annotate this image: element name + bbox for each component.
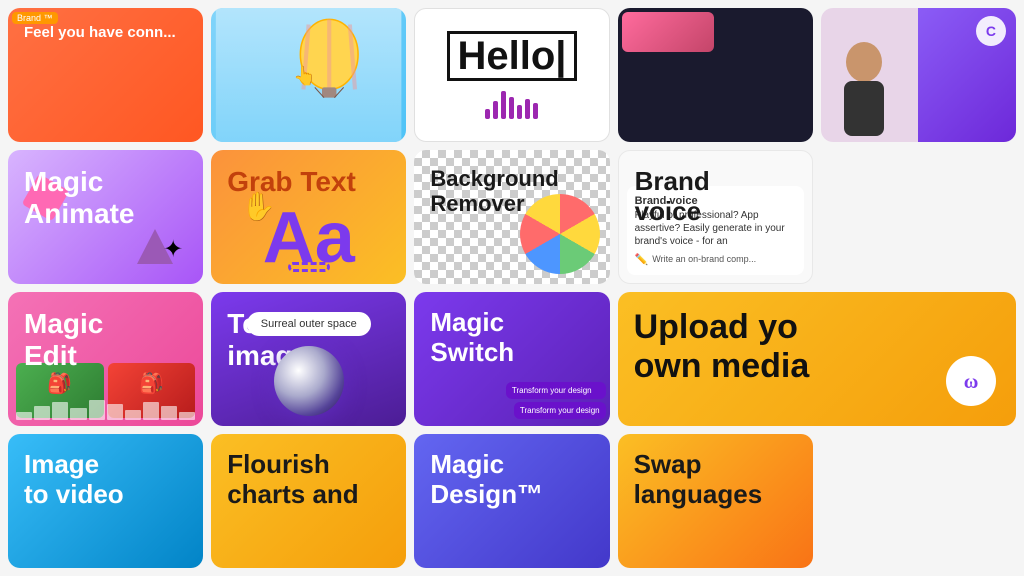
beach-ball	[520, 194, 600, 274]
hello-text: Hello|	[447, 31, 578, 81]
magic-edit-card[interactable]: MagicEdit 🎒 🎒	[8, 292, 203, 426]
brand-badge: Brand ™	[12, 12, 58, 24]
grab-text-card[interactable]: Grab Text ✋ Aa	[211, 150, 406, 284]
canva-logo-upload: ω	[946, 356, 996, 406]
magic-edit-title: MagicEdit	[24, 308, 103, 372]
edit-icon: ✏️	[635, 253, 649, 267]
background-remover-card[interactable]: BackgroundRemover	[414, 150, 609, 284]
cursor-icon: 👆	[293, 65, 316, 87]
magic-animate-card[interactable]: MagicAnimate ✦	[8, 150, 203, 284]
person-silhouette	[829, 37, 899, 142]
sparkle-icon: ✦	[163, 235, 183, 264]
magic-switch-title: MagicSwitch	[430, 308, 514, 368]
svg-text:ω: ω	[964, 371, 979, 393]
flourish-title: Flourishcharts and	[227, 450, 359, 510]
brand-voice-title: Brandvoice	[635, 167, 710, 227]
magic-design-card[interactable]: MagicDesign™	[414, 434, 609, 568]
balloon-card[interactable]: 👆	[211, 8, 406, 142]
brand-voice-card[interactable]: Brandvoice Brand voice Playful or profes…	[618, 150, 813, 284]
transform-card-2: Transform your design	[514, 402, 606, 419]
img-tile-1	[622, 12, 714, 52]
hand-cursor-icon: ✋	[241, 190, 276, 223]
selection-indicator	[288, 262, 330, 272]
prompt-box: Surreal outer space	[247, 312, 371, 336]
canva-logo-small: C	[976, 16, 1006, 46]
transform-card-1: Transform your design	[506, 382, 606, 399]
transform-preview: Transform your design Transform your des…	[506, 382, 606, 422]
magic-switch-card[interactable]: MagicSwitch Transform your design Transf…	[414, 292, 609, 426]
flourish-charts-card[interactable]: Flourishcharts and	[211, 434, 406, 568]
text-to-image-card[interactable]: Text to image Surreal outer space	[211, 292, 406, 426]
waveform	[485, 89, 538, 119]
image-to-video-title: Imageto video	[24, 450, 124, 510]
colorful-images-card[interactable]	[618, 8, 813, 142]
hello-content: Hello|	[447, 31, 578, 119]
metallic-sphere	[274, 346, 344, 416]
swap-languages-title: Swaplanguages	[634, 450, 763, 510]
upload-media-card[interactable]: Upload yoown media ω	[618, 292, 1016, 426]
upload-media-title: Upload yoown media	[634, 308, 810, 386]
feature-grid: Feel you have conn... Brand ™	[0, 0, 1024, 576]
swap-languages-card[interactable]: Swaplanguages	[618, 434, 813, 568]
feel-connected-card[interactable]: Feel you have conn... Brand ™	[8, 8, 203, 142]
person-card[interactable]: C	[821, 8, 1016, 142]
magic-animate-title: MagicAnimate	[24, 166, 134, 230]
image-to-video-card[interactable]: Imageto video	[8, 434, 203, 568]
balloon-illustration: 👆	[211, 8, 406, 142]
feel-connected-title: Feel you have conn...	[24, 24, 176, 41]
brand-voice-cta[interactable]: ✏️ Write an on-brand comp...	[635, 253, 796, 267]
hello-card[interactable]: Hello|	[414, 8, 609, 142]
magic-design-title: MagicDesign™	[430, 450, 543, 510]
audio-wave	[16, 400, 195, 420]
